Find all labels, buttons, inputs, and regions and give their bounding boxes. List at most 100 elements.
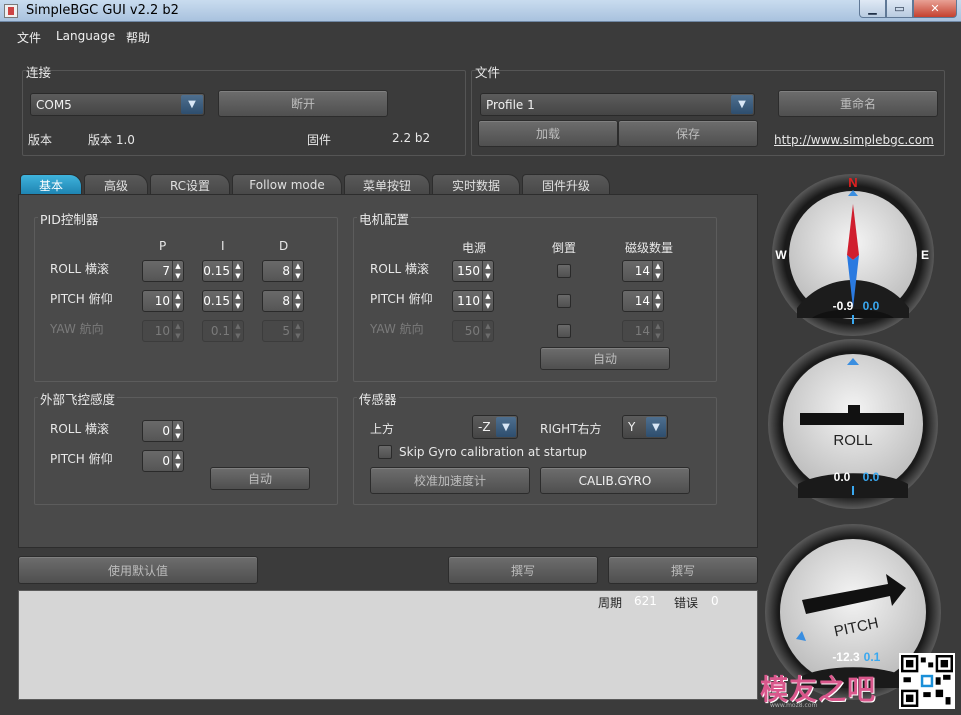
spin-up-icon: ▲ [655, 322, 661, 330]
pid-roll-i-spinner[interactable]: 0.15 ▲ ▼ [202, 260, 244, 282]
spinner-value: 110 [457, 294, 480, 308]
tab-realtime-data[interactable]: 实时数据 [432, 174, 520, 195]
external-pitch-spinner[interactable]: 0 ▲ ▼ [142, 450, 184, 472]
watermark-url: www.moz8.com [770, 702, 818, 709]
tab-basic[interactable]: 基本 [20, 174, 82, 195]
load-button[interactable]: 加载 [478, 120, 618, 147]
disconnect-button[interactable]: 断开 [218, 90, 388, 117]
motor-roll-poles-spinner[interactable]: 14 ▲ ▼ [622, 260, 664, 282]
spinner-value: 0.15 [203, 264, 230, 278]
spin-up-icon[interactable]: ▲ [173, 261, 183, 271]
minimize-button[interactable]: ▁ [859, 0, 886, 18]
motor-yaw-invert-checkbox[interactable] [557, 324, 571, 338]
pid-header-p: P [159, 239, 167, 253]
pid-pitch-p-spinner[interactable]: 10 ▲ ▼ [142, 290, 184, 312]
motor-header-power: 电源 [462, 241, 487, 255]
external-pitch-label: PITCH 俯仰 [50, 452, 113, 466]
spin-down-icon: ▼ [175, 332, 181, 340]
motor-pitch-poles-spinner[interactable]: 14 ▲ ▼ [622, 290, 664, 312]
tab-menu-buttons[interactable]: 菜单按钮 [344, 174, 430, 195]
close-button[interactable]: ✕ [913, 0, 957, 18]
sensor-top-value: -Z [478, 420, 491, 434]
menu-help[interactable]: 帮助 [126, 29, 150, 46]
sensor-top-label: 上方 [370, 422, 395, 436]
tab-follow-mode[interactable]: Follow mode [232, 174, 342, 195]
compass-e-label: E [921, 248, 929, 262]
write-button-1[interactable]: 撰写 [448, 556, 598, 584]
spin-down-icon[interactable]: ▼ [653, 301, 663, 311]
pid-pitch-i-spinner[interactable]: 0.15 ▲ ▼ [202, 290, 244, 312]
log-area[interactable]: 周期 621 错误 0 [18, 590, 758, 700]
profile-combo[interactable]: Profile 1 ▼ [480, 93, 755, 116]
spinner-value: 0.15 [203, 294, 230, 308]
spin-up-icon[interactable]: ▲ [483, 261, 493, 271]
spin-up-icon[interactable]: ▲ [653, 291, 663, 301]
spin-up-icon: ▲ [295, 322, 301, 330]
pid-roll-d-spinner[interactable]: 8 ▲ ▼ [262, 260, 304, 282]
spin-up-icon[interactable]: ▲ [483, 291, 493, 301]
port-combo[interactable]: COM5 ▼ [30, 93, 205, 116]
spin-down-icon[interactable]: ▼ [173, 301, 183, 311]
pid-yaw-i-spinner: 0.1 ▲ ▼ [202, 320, 244, 342]
motor-pitch-invert-checkbox[interactable] [557, 294, 571, 308]
tab-rc-settings[interactable]: RC设置 [150, 174, 230, 195]
tab-firmware-upgrade[interactable]: 固件升级 [522, 174, 610, 195]
maximize-button[interactable]: ▭ [886, 0, 913, 18]
tab-advanced[interactable]: 高级 [84, 174, 148, 195]
sensor-right-combo[interactable]: Y ▼ [622, 415, 668, 439]
spin-down-icon[interactable]: ▼ [173, 431, 183, 441]
sensor-top-combo[interactable]: -Z ▼ [472, 415, 518, 439]
pid-yaw-p-spinner: 10 ▲ ▼ [142, 320, 184, 342]
motor-pitch-power-spinner[interactable]: 110 ▲ ▼ [452, 290, 494, 312]
roll-angle-value: 0.0 [834, 470, 851, 484]
motor-roll-invert-checkbox[interactable] [557, 264, 571, 278]
external-auto-button[interactable]: 自动 [210, 467, 310, 490]
use-defaults-button[interactable]: 使用默认值 [18, 556, 258, 584]
port-value: COM5 [36, 97, 72, 112]
cycle-value: 621 [634, 594, 657, 608]
spin-up-icon[interactable]: ▲ [173, 421, 183, 431]
pid-pitch-d-spinner[interactable]: 8 ▲ ▼ [262, 290, 304, 312]
spin-down-icon[interactable]: ▼ [173, 461, 183, 471]
error-value: 0 [711, 594, 719, 608]
roll-target-value: 0.0 [863, 470, 880, 484]
spin-down-icon[interactable]: ▼ [653, 271, 663, 281]
spinner-value: 7 [162, 264, 170, 278]
write-button-2[interactable]: 撰写 [608, 556, 758, 584]
menu-language[interactable]: Language [56, 29, 115, 43]
spin-down-icon[interactable]: ▼ [233, 271, 243, 281]
spin-down-icon[interactable]: ▼ [173, 271, 183, 281]
motor-roll-power-spinner[interactable]: 150 ▲ ▼ [452, 260, 494, 282]
spin-down-icon[interactable]: ▼ [293, 271, 303, 281]
file-legend: 文件 [475, 65, 501, 80]
spin-up-icon[interactable]: ▲ [653, 261, 663, 271]
spin-up-icon[interactable]: ▲ [293, 261, 303, 271]
save-button[interactable]: 保存 [618, 120, 758, 147]
external-roll-label: ROLL 横滚 [50, 422, 109, 436]
pid-roll-p-spinner[interactable]: 7 ▲ ▼ [142, 260, 184, 282]
spin-up-icon[interactable]: ▲ [233, 261, 243, 271]
chevron-down-icon: ▼ [646, 417, 666, 437]
spin-up-icon[interactable]: ▲ [293, 291, 303, 301]
spin-down-icon[interactable]: ▼ [483, 301, 493, 311]
sensor-right-label: RIGHT右方 [540, 422, 602, 436]
motor-auto-button[interactable]: 自动 [540, 347, 670, 370]
pid-legend: PID控制器 [38, 209, 101, 228]
external-roll-spinner[interactable]: 0 ▲ ▼ [142, 420, 184, 442]
skip-gyro-checkbox[interactable] [378, 445, 392, 459]
rename-button[interactable]: 重命名 [778, 90, 938, 117]
calib-gyro-button[interactable]: CALIB.GYRO [540, 467, 690, 494]
spin-down-icon[interactable]: ▼ [293, 301, 303, 311]
error-label: 错误 [674, 596, 699, 610]
website-link[interactable]: http://www.simplebgc.com [774, 133, 934, 147]
calib-acc-button[interactable]: 校准加速度计 [370, 467, 530, 494]
menu-file[interactable]: 文件 [17, 29, 41, 46]
gauges-panel: N W E -0.9 0.0 ROLL 0.0 0.0 PITCH -12.3 … [765, 174, 941, 700]
spin-up-icon[interactable]: ▲ [173, 291, 183, 301]
roll-gauge: ROLL 0.0 0.0 [768, 339, 938, 509]
spin-up-icon[interactable]: ▲ [233, 291, 243, 301]
spin-down-icon[interactable]: ▼ [233, 301, 243, 311]
spin-down-icon[interactable]: ▼ [483, 271, 493, 281]
spin-up-icon[interactable]: ▲ [173, 451, 183, 461]
pid-pitch-label: PITCH 俯仰 [50, 292, 113, 306]
